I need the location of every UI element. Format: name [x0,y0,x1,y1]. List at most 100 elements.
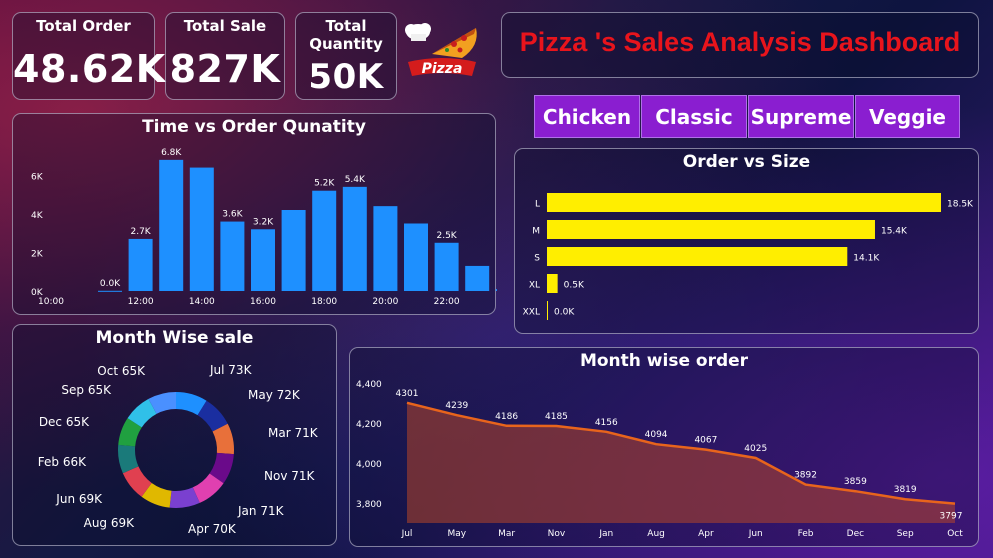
bar [281,210,306,291]
bar-data-label: 5.2K [314,179,335,189]
slicer-veggie[interactable]: Veggie [855,95,960,138]
dashboard-title-box: Pizza 's Sales Analysis Dashboard [501,12,979,78]
bar-data-label: 3.6K [222,210,243,220]
area-data-label: 3859 [844,477,867,487]
donut-slice-label: Jan 71K [237,504,285,518]
y-tick-label: 4K [31,211,44,221]
bar [495,289,497,291]
x-tick-label: Jun [748,529,763,539]
x-tick-label: 22:00 [434,297,460,307]
donut-slice-label: Jun 69K [55,492,103,506]
donut-slice-label: Aug 69K [84,516,136,530]
bar [342,186,367,291]
slicer-classic[interactable]: Classic [641,95,747,138]
area-data-label: 4301 [396,389,419,399]
bar [128,238,153,291]
bar-data-label: 3.2K [253,217,274,227]
area-data-label: 4239 [445,401,468,411]
time-vs-order-chart: 0K2K4K6K0.0K2.7K6.8K3.6K3.2K5.2K 5.4K2.5K… [31,148,497,307]
bar [404,223,428,291]
x-tick-label: 10:00 [38,297,64,307]
x-tick-label: 20:00 [372,297,398,307]
donut-slice-label: Apr 70K [188,522,237,536]
y-tick-label: 6K [31,172,44,182]
hbar-data-label: 0.5K [564,281,585,291]
time-vs-order-panel: Time vs Order Qunatity 0K 2K 4K 6K 0.0K 2.7K 6… [12,113,497,315]
x-tick-label: 18:00 [311,297,337,307]
area-data-label: 3797 [940,512,963,522]
order-vs-size-chart: L 18.5K M 15.4K S 14.1K XL 0.5K XXL 0.0K [523,193,974,320]
donut-slice-label: Sep 65K [61,383,112,397]
hbar-data-label: 14.1K [853,254,880,264]
hbar-data-label: 18.5K [947,200,974,210]
x-tick-label: Aug [647,529,665,539]
bar [465,265,490,291]
hbar-data-label: 15.4K [881,227,908,237]
order-vs-size-panel: Order vs Size L 18.5K M 15.4K S 14.1K XL 0.5K XX… [514,148,979,334]
bar-data-label: 2.5K [436,231,457,241]
area-data-label: 3892 [794,471,817,481]
chef-hat-icon [405,23,431,41]
month-wise-order-chart: 3,800 4,000 4,200 4,400 4301 Jul 4239 May 4186 Ma… [356,380,963,539]
kpi-total-quantity-label-1: Total [325,17,367,35]
pizza-slice-icon [432,28,477,58]
area-data-label: 4156 [595,418,618,428]
kpi-total-order-value: 48.62K [13,47,166,91]
kpi-total-quantity: Total Quantity 50K [295,12,397,100]
bar-data-label: 6.8K [161,148,182,158]
x-tick-label: 12:00 [128,297,154,307]
hbar [547,301,548,320]
y-tick-label: 2K [31,249,44,259]
donut-slice-label: Feb 66K [38,455,87,469]
hbar [547,220,875,239]
y-tick-label: 3,800 [356,500,382,510]
logo-text: Pizza [422,61,463,77]
hbar [547,247,848,266]
donut-slice-label: Jul 73K [209,363,253,377]
kpi-total-quantity-label-2: Quantity [309,35,383,53]
pizza-logo: Pizza [405,23,477,77]
x-tick-label: May [448,529,467,539]
x-tick-label: Jul [401,529,413,539]
x-tick-label: Sep [897,529,914,539]
category-label: M [532,227,540,237]
x-tick-label: Feb [798,529,814,539]
bar-data-label: 5.4K [345,175,366,185]
category-label: XL [529,281,540,291]
bar-data-label: 2.7K [130,227,151,237]
donut-slice-label: May 72K [248,388,301,402]
kpi-total-sale: Total Sale 827K [165,12,285,100]
area-data-label: 4067 [694,436,717,446]
donut-slice-label: Oct 65K [97,364,146,378]
donut-slice-label: Mar 71K [268,426,319,440]
bar [434,242,459,291]
kpi-total-order-label: Total Order [36,17,131,35]
bar [373,206,398,291]
dashboard-title: Pizza 's Sales Analysis Dashboard [519,27,961,57]
bar [159,159,184,291]
x-tick-label: Jan [598,529,613,539]
slicer-chicken[interactable]: Chicken [534,95,640,138]
x-tick-label: 14:00 [189,297,215,307]
area-data-label: 4025 [744,444,767,454]
x-tick-label: Nov [548,529,566,539]
x-tick-label: Mar [498,529,515,539]
area-data-label: 4185 [545,412,568,422]
area-data-label: 3819 [894,485,917,495]
hbar-data-label: 0.0K [554,308,575,318]
category-label: L [535,200,540,210]
month-wise-sale-chart: Jul 73K May 72K Mar 71K Nov 71K Jan 71KApr 7… [38,363,319,536]
hbar [547,193,941,212]
y-tick-label: 4,200 [356,420,382,430]
category-label: S [534,254,540,264]
x-tick-label: Oct [947,529,963,539]
slicer-supreme[interactable]: Supreme [748,95,854,138]
bar [189,167,214,291]
kpi-total-quantity-value: 50K [308,57,384,97]
area-data-label: 4094 [645,430,668,440]
kpi-total-sale-label: Total Sale [183,17,267,35]
hbar [547,274,558,293]
kpi-total-sale-value: 827K [169,47,281,91]
month-wise-sale-panel: Month Wise sale Jul 73K May 72K Mar 71K Nov… [12,324,337,546]
area-data-label: 4186 [495,412,518,422]
